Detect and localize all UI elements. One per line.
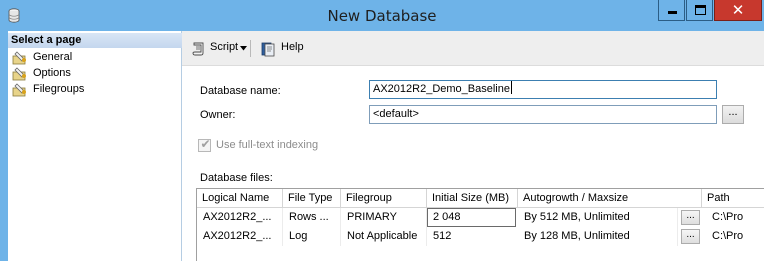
page-icon — [12, 67, 26, 81]
column-header-filegroup[interactable]: Filegroup — [341, 189, 427, 208]
title-bar[interactable]: New Database ✕ — [0, 0, 764, 31]
cell-file-type[interactable]: Rows ... — [283, 208, 341, 227]
nav-item-label: Options — [33, 67, 71, 79]
cell-filegroup[interactable]: Not Applicable — [341, 227, 427, 246]
toolbar: Script Help — [182, 31, 764, 66]
cell-path[interactable]: C:\Pro — [706, 208, 764, 227]
minimize-icon — [668, 11, 677, 14]
autogrowth-edit-button[interactable]: ... — [681, 229, 700, 244]
script-icon — [192, 42, 204, 56]
column-header-initial-size[interactable]: Initial Size (MB) — [427, 189, 518, 208]
database-name-label: Database name: — [200, 85, 281, 97]
nav-item-label: Filegroups — [33, 83, 85, 95]
database-files-grid: Logical Name File Type Filegroup Initial… — [196, 188, 764, 261]
nav-item-filegroups[interactable]: Filegroups — [11, 82, 171, 98]
chevron-down-icon — [240, 46, 247, 51]
minimize-button[interactable] — [658, 0, 685, 21]
nav-item-label: General — [33, 51, 73, 63]
text-caret — [510, 81, 512, 94]
cell-autogrowth: By 512 MB, Unlimited — [518, 208, 678, 227]
checkmark-icon: ✔ — [200, 137, 211, 151]
cell-autogrowth: By 128 MB, Unlimited — [518, 227, 678, 246]
close-button[interactable]: ✕ — [714, 0, 762, 21]
new-database-window: New Database ✕ Select a page General Opt… — [0, 0, 764, 261]
database-name-value: AX2012R2_Demo_Baseline — [373, 83, 510, 95]
owner-value: <default> — [373, 108, 419, 120]
column-header-autogrowth[interactable]: Autogrowth / Maxsize — [518, 189, 702, 208]
close-icon: ✕ — [731, 1, 745, 19]
owner-label: Owner: — [200, 109, 236, 121]
cell-path[interactable]: C:\Pro — [706, 227, 764, 246]
nav-item-options[interactable]: Options — [11, 66, 171, 82]
content-panel: Script Help Database name: AX2012R2_Demo… — [182, 31, 764, 261]
autogrowth-edit-button[interactable]: ... — [681, 210, 700, 225]
cell-logical-name[interactable]: AX2012R2_... — [197, 227, 283, 246]
help-button[interactable]: Help — [260, 40, 308, 58]
cell-logical-name[interactable]: AX2012R2_... — [197, 208, 283, 227]
page-icon — [12, 51, 26, 65]
window-title: New Database — [327, 7, 437, 25]
toolbar-separator — [250, 40, 251, 57]
maximize-icon — [695, 5, 706, 15]
database-name-input[interactable]: AX2012R2_Demo_Baseline — [369, 80, 717, 99]
nav-item-general[interactable]: General — [11, 50, 171, 66]
cell-initial-size[interactable]: 2 048 — [427, 208, 516, 227]
fulltext-checkbox[interactable]: ✔ — [198, 137, 211, 152]
column-header-file-type[interactable]: File Type — [283, 189, 341, 208]
owner-input[interactable]: <default> — [369, 105, 717, 124]
cell-file-type[interactable]: Log — [283, 227, 341, 246]
column-header-path[interactable]: Path — [702, 189, 764, 208]
help-book-icon — [261, 42, 275, 57]
select-page-header: Select a page — [8, 33, 182, 48]
help-label: Help — [281, 41, 304, 53]
owner-browse-button[interactable]: ... — [722, 105, 744, 124]
fulltext-label: Use full-text indexing — [216, 139, 319, 151]
cell-filegroup[interactable]: PRIMARY — [341, 208, 427, 227]
maximize-button[interactable] — [686, 0, 713, 21]
column-header-logical-name[interactable]: Logical Name — [197, 189, 283, 208]
cell-initial-size[interactable]: 512 — [427, 227, 516, 246]
select-page-panel: Select a page General Options Filegroups — [8, 31, 182, 261]
page-icon — [12, 83, 26, 97]
script-button[interactable]: Script — [191, 40, 247, 58]
script-label: Script — [210, 41, 239, 53]
database-files-label: Database files: — [200, 172, 273, 184]
